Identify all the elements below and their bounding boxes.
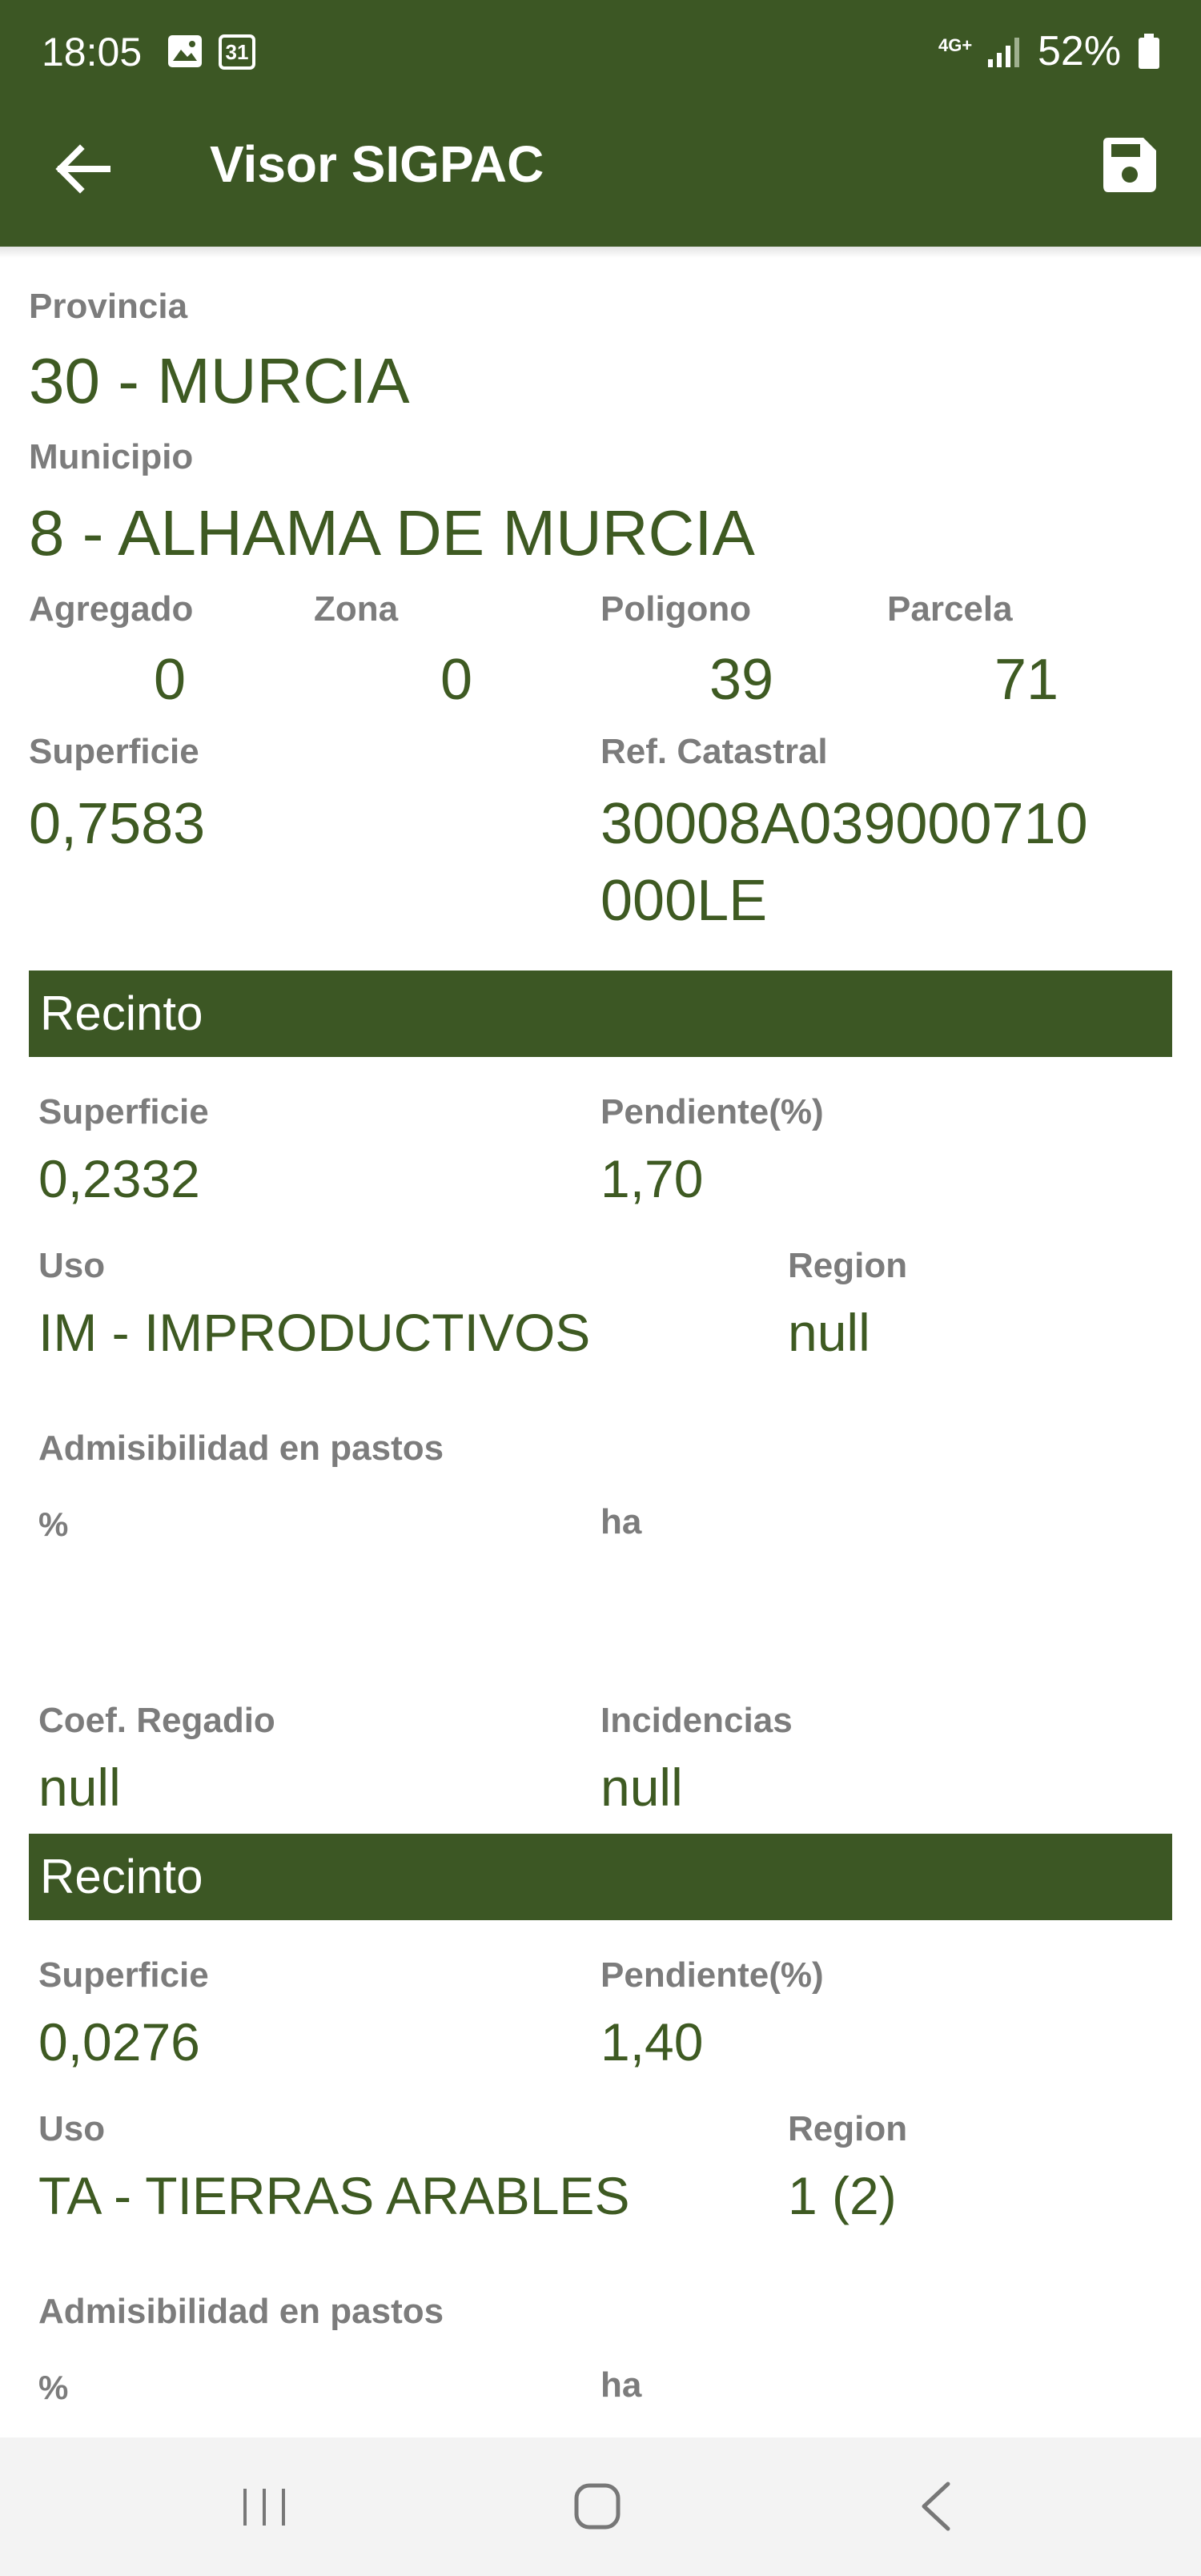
top-bar: 18:05 31 4G+ 52% Visor SIGPAC	[0, 0, 1201, 247]
ref-catastral-line-1: 30008A039000710	[600, 792, 1088, 856]
recinto-admisibilidad-label: Admisibilidad en pastos	[38, 2292, 444, 2331]
provincia-value: 30 - MURCIA	[29, 345, 410, 416]
recinto-region-label: Region	[788, 1246, 908, 1285]
recinto-pendiente-label: Pendiente(%)	[600, 1955, 824, 1995]
recinto-region-value: 1 (2)	[788, 2166, 897, 2225]
recinto-uso-label: Uso	[38, 2109, 106, 2148]
nav-back-button[interactable]	[905, 2474, 969, 2538]
provincia-label: Provincia	[29, 287, 188, 326]
zona-label: Zona	[314, 589, 399, 629]
save-button[interactable]	[1099, 135, 1159, 195]
recinto-region-value: null	[788, 1303, 870, 1362]
recinto-region-label: Region	[788, 2109, 908, 2148]
recinto-superficie-label: Superficie	[38, 1955, 209, 1995]
back-button[interactable]	[48, 133, 120, 205]
nav-back-icon	[922, 2482, 950, 2531]
recinto-uso-value: TA - TIERRAS ARABLES	[38, 2166, 630, 2225]
parcela-value: 71	[994, 648, 1059, 712]
recinto-admisibilidad-label: Admisibilidad en pastos	[38, 1429, 444, 1468]
calendar-icon: 31	[218, 32, 256, 70]
recinto-pct-label: %	[38, 2369, 69, 2406]
recinto-uso-label: Uso	[38, 1246, 106, 1285]
recinto-uso-value: IM - IMPRODUCTIVOS	[38, 1303, 591, 1362]
superficie-value: 0,7583	[29, 792, 206, 856]
superficie-label: Superficie	[29, 732, 199, 771]
parcela-label: Parcela	[887, 589, 1013, 629]
network-type: 4G+	[938, 35, 973, 55]
signal-icon	[986, 35, 1026, 73]
status-time: 18:05	[42, 30, 143, 74]
recinto-header: Recinto	[29, 1834, 1172, 1920]
ref-catastral-line-2: 000LE	[600, 869, 768, 933]
poligono-value: 39	[709, 648, 774, 712]
recinto-pct-label: %	[38, 1505, 69, 1543]
recinto-header: Recinto	[29, 971, 1172, 1057]
recinto-superficie-value: 0,0276	[38, 2012, 200, 2072]
image-icon	[167, 34, 203, 73]
recinto-ha-label: ha	[600, 2365, 642, 2405]
floppy-disk-icon	[1103, 138, 1156, 192]
poligono-label: Poligono	[600, 589, 752, 629]
zona-value: 0	[440, 648, 473, 712]
home-icon	[574, 2483, 621, 2530]
municipio-value: 8 - ALHAMA DE MURCIA	[29, 497, 755, 569]
recinto-incidencias-value: null	[600, 1758, 683, 1817]
recinto-incidencias-label: Incidencias	[600, 1701, 793, 1740]
recinto-ha-label: ha	[600, 1502, 642, 1541]
recinto-coef-regadio-value: null	[38, 1758, 121, 1817]
recents-icon	[243, 2489, 285, 2526]
recinto-superficie-label: Superficie	[38, 1092, 209, 1131]
page-title: Visor SIGPAC	[210, 135, 544, 193]
home-button[interactable]	[565, 2474, 629, 2538]
app-bar-shadow	[0, 247, 1201, 258]
battery-icon	[1137, 34, 1161, 74]
recinto-pendiente-value: 1,40	[600, 2012, 704, 2072]
calendar-day: 31	[225, 40, 249, 64]
ref-catastral-label: Ref. Catastral	[600, 732, 828, 771]
battery-percent: 52%	[1038, 28, 1122, 74]
agregado-label: Agregado	[29, 589, 194, 629]
recinto-coef-regadio-label: Coef. Regadio	[38, 1701, 275, 1740]
recents-button[interactable]	[232, 2474, 296, 2538]
agregado-value: 0	[153, 648, 187, 712]
system-nav-bar	[0, 2437, 1201, 2576]
recinto-superficie-value: 0,2332	[38, 1149, 200, 1208]
municipio-label: Municipio	[29, 437, 194, 476]
arrow-left-icon	[55, 144, 110, 194]
recinto-pendiente-value: 1,70	[600, 1149, 704, 1208]
recinto-pendiente-label: Pendiente(%)	[600, 1092, 824, 1131]
